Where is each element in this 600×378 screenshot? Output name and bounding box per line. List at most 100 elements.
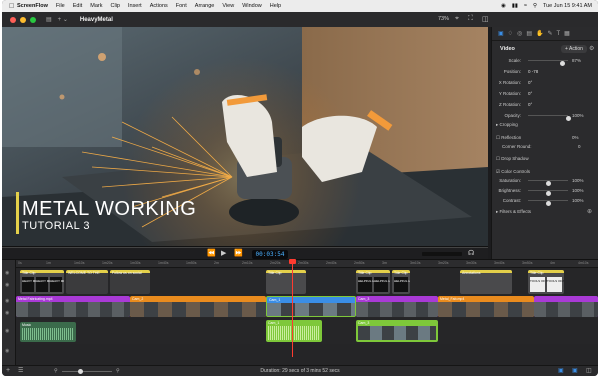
video-clip[interactable]: Cam_3 (356, 296, 438, 317)
z-rotation-field[interactable]: 0° (528, 102, 532, 107)
audio-clip[interactable]: Cam_3 (356, 320, 438, 342)
timeline: ◉ ◉ ◉ ◉ ◉ ◉ 0s 1m 1m10s 1m20s 1m30s 1m40s 1m50… (2, 259, 598, 366)
title-clip[interactable]: Title Clip TOOLS OF THE TRADE TOOLS OF T… (528, 270, 564, 294)
menu-mark[interactable]: Mark (90, 3, 102, 9)
snap-icon[interactable]: ▣ (558, 367, 564, 374)
slider-knob[interactable] (545, 201, 551, 206)
slider-knob[interactable] (560, 61, 566, 66)
drop-shadow-section[interactable]: ☐ Drop Shadow (496, 156, 529, 162)
headphones-icon[interactable]: ☊ (468, 249, 474, 257)
sidebar-toggle-icon[interactable]: ▤ (46, 16, 52, 23)
title-clip[interactable]: WELCOME TO THE (66, 270, 108, 294)
menu-actions[interactable]: Actions (150, 3, 168, 9)
x-rotation-field[interactable]: 0° (528, 80, 532, 85)
menu-arrange[interactable]: Arrange (195, 3, 215, 9)
menu-edit[interactable]: Edit (73, 3, 82, 9)
color-controls-section[interactable]: ☑ Color Controls (496, 169, 530, 175)
touch-callout-icon[interactable]: ✋ (536, 30, 543, 37)
track-lock-icon[interactable]: ◉ (5, 270, 9, 276)
menu-font[interactable]: Font (176, 3, 187, 9)
playhead-handle[interactable] (289, 259, 296, 264)
settings-icon[interactable]: ⚙ (589, 45, 594, 52)
timeline-ruler[interactable]: 0s 1m 1m10s 1m20s 1m30s 1m40s 1m50s 2m 2m10s 2m20… (16, 260, 598, 268)
saturation-slider[interactable] (528, 180, 568, 186)
track-lock-icon[interactable]: ◉ (5, 348, 9, 354)
menu-view[interactable]: View (222, 3, 234, 9)
video-properties-icon[interactable]: ▣ (498, 30, 504, 37)
track-lock-icon[interactable]: ◉ (5, 282, 9, 288)
brightness-slider[interactable] (528, 190, 568, 196)
video-canvas[interactable]: METAL WORKING TUTORIAL 3 (2, 27, 488, 247)
reflection-section[interactable]: ☐ Reflection (496, 135, 521, 141)
title-clip[interactable]: Title Clip (266, 270, 306, 294)
clock[interactable]: Tue Jun 15 9:41 AM (543, 3, 592, 9)
play-icon[interactable]: ▶ (221, 249, 226, 257)
saturation-row: Saturation: 100% (492, 177, 598, 186)
video-clip[interactable]: Metal_Fab.mp4 (438, 296, 534, 317)
screen-recording-icon[interactable]: ▤ (526, 30, 532, 37)
record-icon[interactable]: ◉ (501, 3, 506, 9)
title-clip[interactable]: Title Clip HELPFUL HOW TO HELPFUL HOW TO (356, 270, 390, 294)
annotations-clip[interactable]: Annotations (460, 270, 512, 294)
cropping-section[interactable]: ▸ Cropping (496, 122, 518, 128)
text-properties-icon[interactable]: T (557, 31, 561, 37)
ruler-tick: 1m30s (130, 261, 141, 265)
add-filter-icon[interactable]: ⊕ (587, 208, 592, 215)
contrast-slider[interactable] (528, 200, 568, 206)
wifi-icon[interactable]: ≈ (524, 3, 527, 9)
playhead[interactable] (292, 259, 293, 357)
magnet-icon[interactable]: ▣ (572, 367, 578, 374)
ruler-tick: 2m (214, 261, 219, 265)
video-clip-selected[interactable]: Cam_1 (266, 296, 356, 317)
add-action-button[interactable]: + Action (561, 45, 587, 53)
track-lock-icon[interactable]: ◉ (5, 328, 9, 334)
audio-properties-icon[interactable]: ♢ (508, 30, 513, 37)
search-icon[interactable]: ⚲ (533, 3, 537, 9)
menu-window[interactable]: Window (242, 3, 262, 9)
position-field[interactable]: 0 -78 (528, 69, 538, 74)
minimize-window-button[interactable] (20, 16, 26, 23)
track-lock-icon[interactable]: ◉ (5, 298, 9, 304)
title-clip[interactable]: Title Clip HEAVY METAL HEAVY METAL HEAVY… (20, 270, 64, 294)
title-clip[interactable]: Title Clip HELPFUL HOW TO (392, 270, 410, 294)
y-rotation-field[interactable]: 0° (528, 91, 532, 96)
slider-knob[interactable] (565, 116, 571, 121)
inspector-section-title: Video (500, 46, 515, 52)
video-clip[interactable] (534, 296, 598, 317)
split-icon[interactable]: ◫ (586, 367, 592, 374)
fast-forward-icon[interactable]: ⏩ (234, 249, 243, 257)
annotations-icon[interactable]: ✎ (547, 30, 552, 37)
scale-slider[interactable] (528, 60, 568, 66)
audio-clip[interactable]: Cam_1 (266, 320, 322, 342)
zoom-window-button[interactable] (30, 16, 36, 23)
slider-knob[interactable] (545, 181, 551, 186)
callout-properties-icon[interactable]: ◎ (517, 30, 522, 37)
menu-app-name[interactable]: ScreenFlow (17, 3, 48, 9)
filters-effects-section[interactable]: ▸ Filters & Effects (496, 209, 531, 215)
corner-round-value[interactable]: 0 (578, 144, 581, 149)
rewind-icon[interactable]: ⏪ (207, 249, 216, 257)
close-window-button[interactable] (10, 16, 16, 23)
media-library-icon[interactable]: ▦ (564, 30, 570, 37)
crop-icon[interactable]: ⌖ (455, 15, 459, 23)
video-clip[interactable]: Metal Fabricating.mp4 (16, 296, 130, 317)
menu-help[interactable]: Help (270, 3, 281, 9)
ruler-tick: 2m20s (270, 261, 281, 265)
opacity-slider[interactable] (528, 115, 571, 121)
title-bar: ▤ + ⌄ HeavyMetal 73% ⌖ ⛶ ◫ (2, 12, 598, 27)
apple-icon[interactable]:  (9, 3, 17, 10)
menu-insert[interactable]: Insert (128, 3, 142, 9)
inspector-toggle-icon[interactable]: ◫ (482, 15, 489, 23)
menu-file[interactable]: File (56, 3, 65, 9)
y-rotation-row: Y Rotation: 0° (498, 91, 533, 96)
add-media-icon[interactable]: + ⌄ (58, 16, 68, 23)
zoom-level[interactable]: 73% (438, 16, 449, 22)
track-lock-icon[interactable]: ◉ (5, 310, 9, 316)
battery-icon[interactable]: ▮▮ (512, 3, 518, 9)
menu-clip[interactable]: Clip (110, 3, 119, 9)
slider-knob[interactable] (545, 191, 551, 196)
title-clip[interactable]: Follow us on social (110, 270, 150, 294)
fit-icon[interactable]: ⛶ (468, 15, 473, 23)
video-clip[interactable]: Cam_2 (130, 296, 266, 317)
audio-clip[interactable]: Music (20, 322, 76, 342)
